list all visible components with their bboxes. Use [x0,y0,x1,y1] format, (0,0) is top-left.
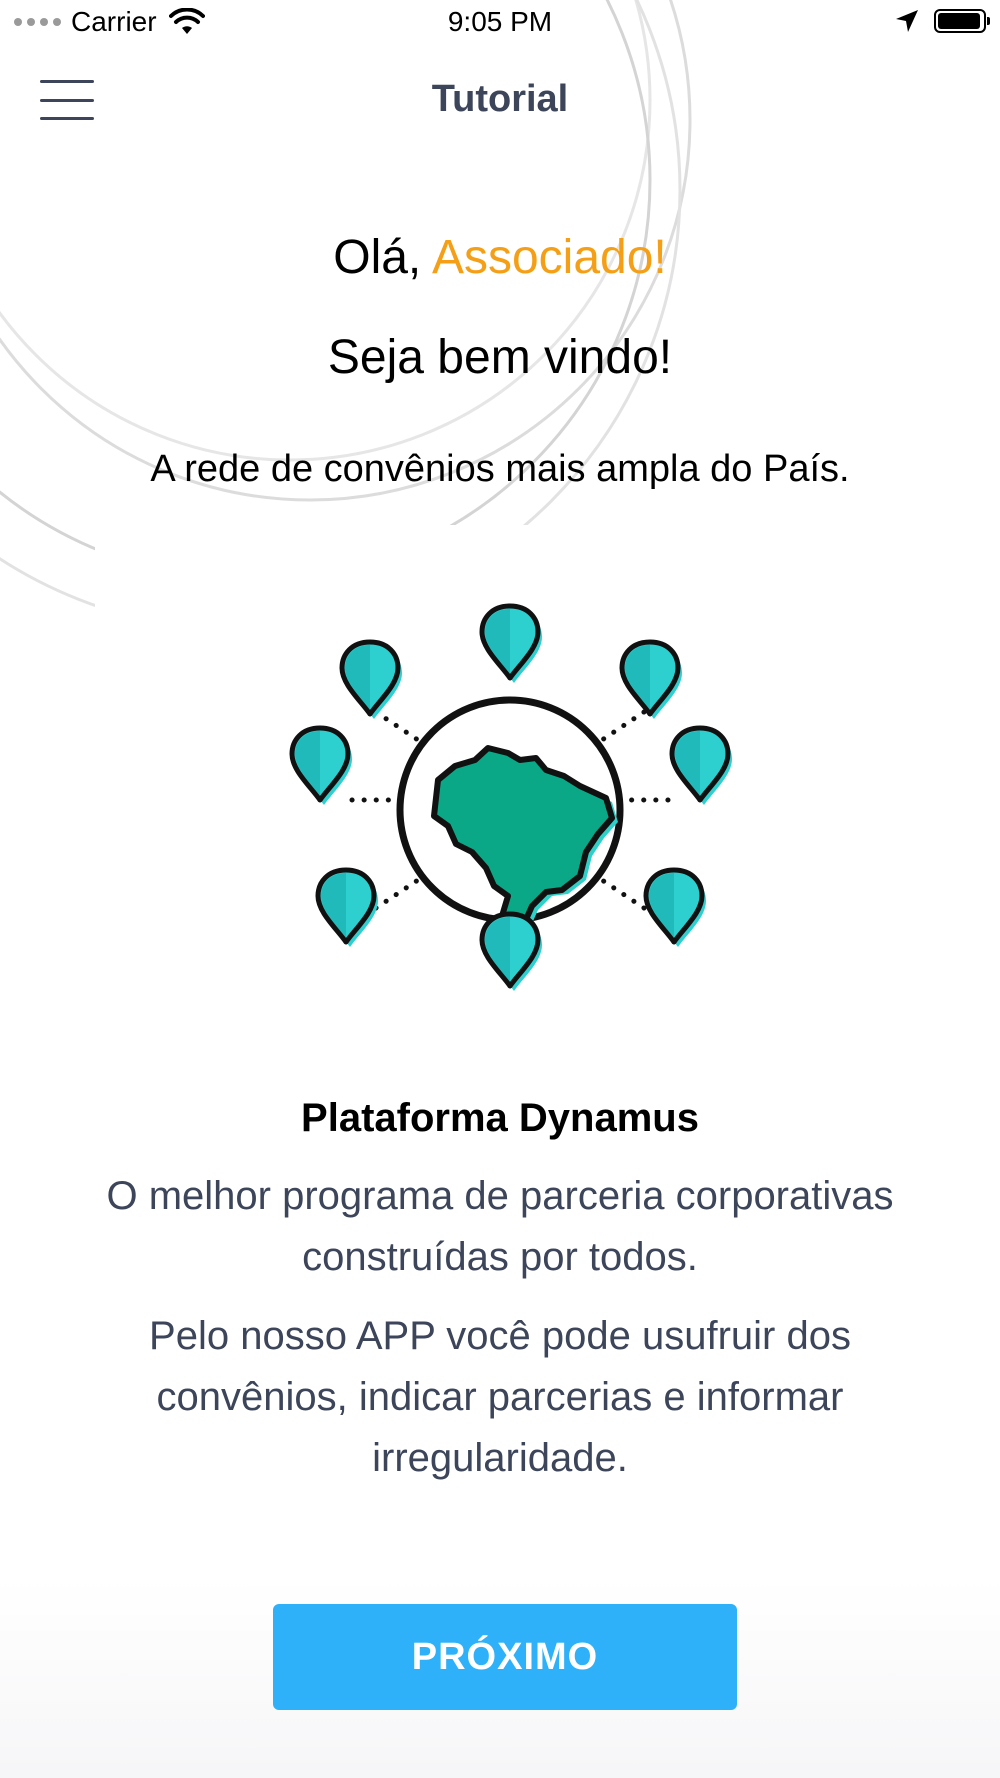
brazil-map-with-location-pins-icon [289,603,732,991]
greeting-heading: Olá, Associado! [0,230,1000,285]
platform-description-features: Pelo nosso APP você pode usufruir dos co… [149,1314,851,1480]
platform-title: Plataforma Dynamus [301,1096,699,1140]
page-title: Tutorial [431,78,569,120]
location-pin-icon [643,867,706,947]
battery-level-fill [938,13,980,29]
location-arrow-icon [896,10,918,32]
location-pin-icon [339,639,402,719]
location-pin-icon [479,911,542,991]
next-button[interactable]: PRÓXIMO [273,1604,737,1710]
battery-icon [934,9,990,33]
navigation-bar: Tutorial [0,56,1000,146]
status-time: 9:05 PM [447,6,553,37]
location-pin-icon [479,603,542,683]
status-right [894,8,990,34]
platform-description: O melhor programa de parceria corporativ… [106,1174,894,1279]
location-pin-icon [315,867,378,947]
status-bar: Carrier 9:05 PM [0,0,1000,46]
location-pin-icon [289,725,352,805]
location-pin-icon [669,725,732,805]
greeting-user-name: Associado! [431,231,667,284]
welcome-heading: Seja bem vindo! [327,331,673,384]
greeting-hello: Olá, [333,231,432,284]
tagline-text: A rede de convênios mais ampla do País. [150,448,850,490]
tutorial-screen: Carrier 9:05 PM Tutorial Olá, Associado!… [0,0,1000,1778]
location-pin-icon [619,639,682,719]
